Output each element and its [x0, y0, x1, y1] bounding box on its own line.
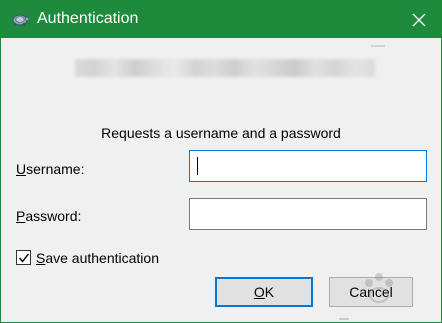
password-field[interactable] [189, 198, 427, 230]
tortoise-icon [12, 14, 29, 26]
ok-button[interactable]: OK [215, 277, 313, 307]
close-button[interactable] [397, 1, 441, 38]
text-caret [197, 157, 198, 175]
authentication-dialog: Authentication Requests a username and a… [0, 0, 442, 323]
redacted-mark [371, 45, 385, 47]
username-field[interactable] [189, 150, 427, 182]
save-authentication-checkbox[interactable] [16, 250, 31, 265]
username-label: Username: [16, 161, 85, 177]
watermark-logo [339, 273, 393, 320]
title-bar: Authentication [1, 1, 441, 38]
prompt-text: Requests a username and a password [101, 125, 341, 141]
window-title: Authentication [37, 10, 139, 27]
password-label: Password: [16, 208, 82, 224]
redacted-realm-text [75, 59, 375, 77]
checkmark-icon [18, 253, 29, 263]
save-authentication-label[interactable]: Save authentication [36, 250, 159, 266]
close-icon [412, 13, 426, 26]
